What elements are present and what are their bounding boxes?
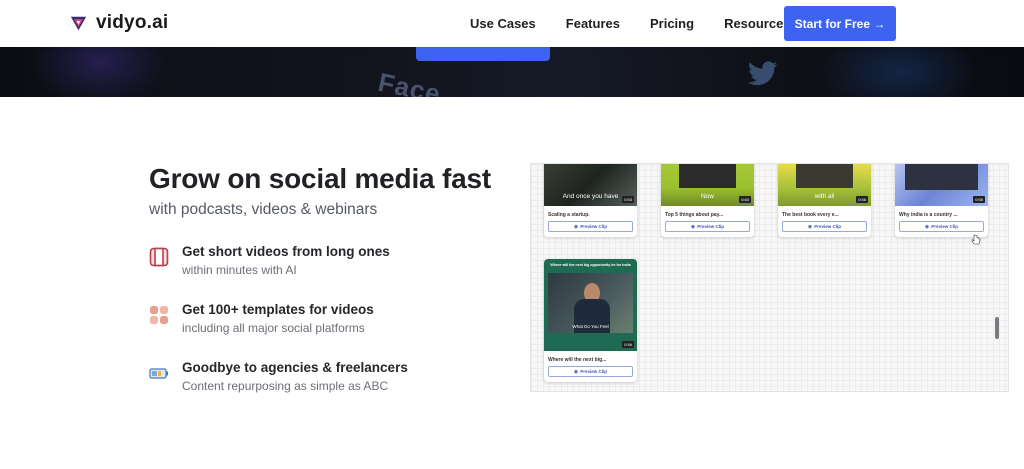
clip-thumbnail[interactable]: with all 0:56 bbox=[778, 164, 871, 206]
eye-icon: ◉ bbox=[807, 223, 813, 230]
eye-icon: ◉ bbox=[924, 223, 930, 230]
hero-background-word: Face bbox=[375, 66, 444, 97]
clip-thumbnail[interactable]: Now 0:60 bbox=[661, 164, 754, 206]
clip-card[interactable]: with all 0:56 The best book every e... ◉… bbox=[778, 164, 871, 237]
preview-clip-button[interactable]: ◉ Preview Clip bbox=[548, 221, 633, 232]
clip-duration: 0:53 bbox=[622, 196, 634, 203]
section-subtitle: with podcasts, videos & webinars bbox=[149, 201, 378, 218]
nav-link-resources[interactable]: Resources bbox=[724, 16, 790, 31]
preview-clip-label: Preview Clip bbox=[931, 224, 959, 229]
vidyo-logo-icon bbox=[70, 16, 87, 30]
clip-duration: 0:56 bbox=[622, 341, 634, 348]
feature-subtitle: including all major social platforms bbox=[182, 321, 365, 335]
product-screenshot: And once you have 0:53 Scaling a startup… bbox=[530, 163, 1009, 392]
clip-title: Scaling a startup. bbox=[548, 212, 590, 218]
clip-thumbnail[interactable]: Where will the next big opportunity be f… bbox=[544, 259, 637, 351]
clip-title: Why india is a country ... bbox=[899, 212, 958, 218]
clip-caption: Now bbox=[700, 193, 714, 200]
preview-clip-button[interactable]: ◉ Preview Clip bbox=[665, 221, 750, 232]
clip-duration: 0:56 bbox=[973, 196, 985, 203]
feature-subtitle: Content repurposing as simple as ABC bbox=[182, 379, 389, 393]
battery-icon bbox=[149, 368, 168, 379]
nav-link-pricing[interactable]: Pricing bbox=[650, 16, 694, 31]
hand-cursor-icon bbox=[971, 234, 981, 245]
hero-button-edge[interactable] bbox=[416, 47, 550, 61]
feature-item: Get 100+ templates for videos including … bbox=[149, 302, 509, 342]
clip-caption: What Do You Feel bbox=[572, 324, 609, 329]
templates-icon bbox=[150, 306, 168, 324]
nav-link-use-cases[interactable]: Use Cases bbox=[470, 16, 536, 31]
clip-card[interactable]: Where will the next big opportunity be f… bbox=[544, 259, 637, 382]
preview-clip-button[interactable]: ◉ Preview Clip bbox=[782, 221, 867, 232]
clip-title: Where will the next big... bbox=[548, 357, 607, 363]
feature-subtitle: within minutes with AI bbox=[182, 263, 297, 277]
twitter-bird-icon bbox=[748, 61, 778, 86]
preview-clip-label: Preview Clip bbox=[580, 369, 608, 374]
clip-duration: 0:56 bbox=[856, 196, 868, 203]
start-for-free-button[interactable]: Start for Free → bbox=[784, 6, 896, 41]
top-navbar: vidyo.ai Use Cases Features Pricing Reso… bbox=[0, 0, 1024, 47]
feature-item: Get short videos from long ones within m… bbox=[149, 244, 509, 284]
hero-background-strip: Face bbox=[0, 47, 1024, 97]
preview-clip-label: Preview Clip bbox=[697, 224, 725, 229]
clip-card[interactable]: 0:56 Why india is a country ... ◉ Previe… bbox=[895, 164, 988, 237]
eye-icon: ◉ bbox=[573, 223, 579, 230]
clip-caption: with all bbox=[814, 193, 835, 200]
section-title: Grow on social media fast bbox=[149, 163, 491, 194]
preview-clip-label: Preview Clip bbox=[580, 224, 608, 229]
clip-card[interactable]: And once you have 0:53 Scaling a startup… bbox=[544, 164, 637, 237]
brand-logo[interactable]: vidyo.ai bbox=[70, 12, 168, 34]
clip-caption: And once you have bbox=[562, 193, 619, 200]
hero-glow bbox=[30, 47, 170, 97]
preview-clip-button[interactable]: ◉ Preview Clip bbox=[899, 221, 984, 232]
preview-clip-button[interactable]: ◉ Preview Clip bbox=[548, 366, 633, 377]
scrollbar-thumb[interactable] bbox=[995, 317, 999, 339]
eye-icon: ◉ bbox=[690, 223, 696, 230]
feature-title: Goodbye to agencies & freelancers bbox=[182, 360, 408, 375]
clip-thumbnail[interactable]: 0:56 bbox=[895, 164, 988, 206]
nav-links: Use Cases Features Pricing Resources bbox=[470, 16, 791, 31]
feature-title: Get short videos from long ones bbox=[182, 244, 390, 259]
clip-thumbnail[interactable]: And once you have 0:53 bbox=[544, 164, 637, 206]
clip-title: The best book every e... bbox=[782, 212, 839, 218]
preview-clip-label: Preview Clip bbox=[814, 224, 842, 229]
nav-link-features[interactable]: Features bbox=[566, 16, 620, 31]
clip-card[interactable]: Now 0:60 Top 5 things about pay... ◉ Pre… bbox=[661, 164, 754, 237]
feature-title: Get 100+ templates for videos bbox=[182, 302, 374, 317]
clip-duration: 0:60 bbox=[739, 196, 751, 203]
hero-glow bbox=[820, 47, 980, 97]
clip-header-text: Where will the next big opportunity be f… bbox=[550, 263, 631, 267]
eye-icon: ◉ bbox=[573, 368, 579, 375]
feature-item: Goodbye to agencies & freelancers Conten… bbox=[149, 360, 509, 400]
film-strip-icon bbox=[149, 247, 169, 267]
clip-title: Top 5 things about pay... bbox=[665, 212, 724, 218]
brand-name: vidyo.ai bbox=[96, 12, 169, 33]
